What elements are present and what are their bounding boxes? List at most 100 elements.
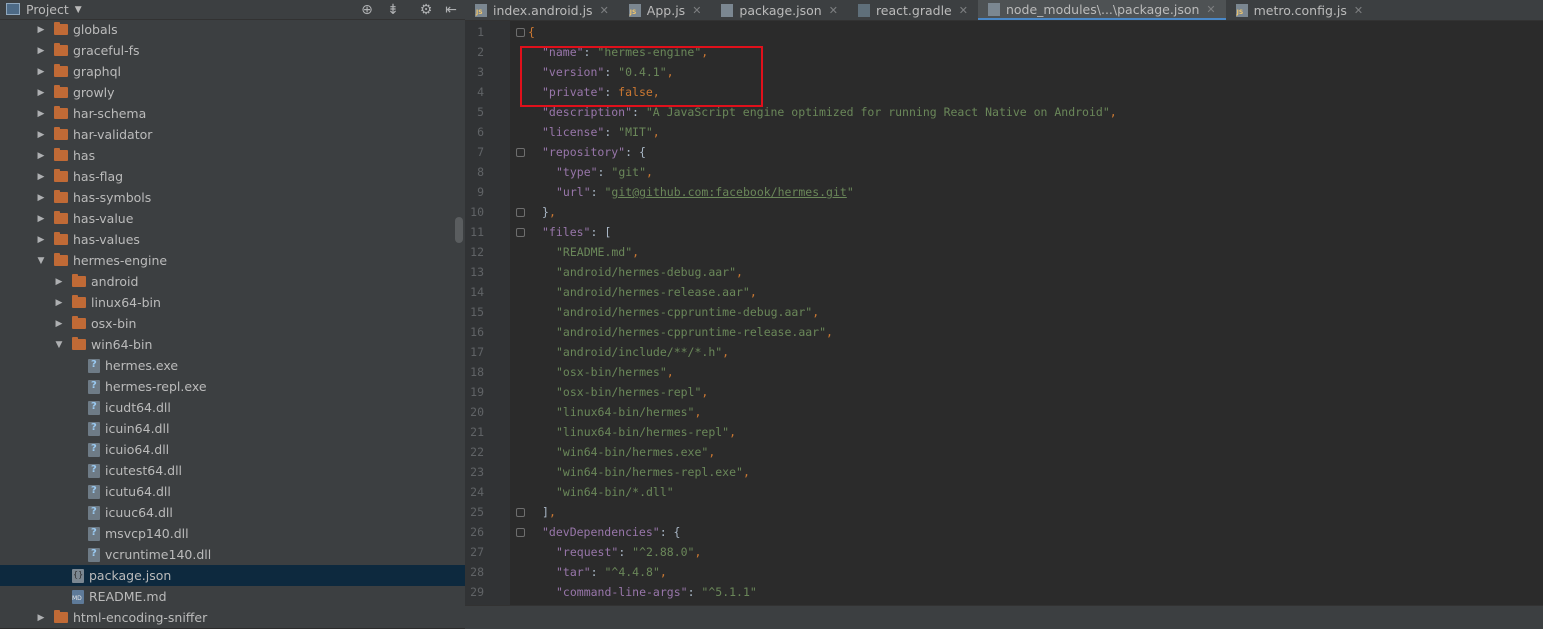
chevron-right-icon[interactable]: ▶	[54, 319, 64, 329]
tree-folder[interactable]: ▶ has-flag	[0, 166, 465, 187]
code-line: "win64-bin/*.dll"	[556, 482, 674, 502]
chevron-down-icon[interactable]: ▼	[36, 256, 46, 266]
tree-file[interactable]: icudt64.dll	[0, 397, 465, 418]
close-icon[interactable]: ✕	[1354, 4, 1363, 17]
code-token: :	[632, 105, 646, 119]
json-file-icon	[721, 3, 734, 17]
locate-icon[interactable]: ⊕	[357, 0, 377, 19]
tree-file[interactable]: hermes.exe	[0, 355, 465, 376]
tree-folder[interactable]: ▶ has-values	[0, 229, 465, 250]
close-icon[interactable]: ✕	[959, 4, 968, 17]
editor-tab[interactable]: index.android.js ✕	[465, 0, 619, 20]
chevron-right-icon[interactable]: ▶	[36, 613, 46, 623]
tree-folder[interactable]: ▶ graphql	[0, 61, 465, 82]
tree-folder[interactable]: ▶ has-symbols	[0, 187, 465, 208]
unknown-file-icon	[88, 547, 100, 562]
collapse-all-icon[interactable]: ⇟	[383, 0, 403, 19]
editor-tab[interactable]: package.json ✕	[711, 0, 848, 20]
chevron-down-icon[interactable]: ▼	[54, 340, 64, 350]
editor-tab[interactable]: metro.config.js ✕	[1226, 0, 1373, 20]
tree-folder[interactable]: ▶ android	[0, 271, 465, 292]
close-icon[interactable]: ✕	[1206, 3, 1215, 16]
line-number: 23	[470, 465, 484, 479]
tree-item-label: has-values	[73, 232, 140, 247]
red-highlight-box	[520, 46, 763, 107]
tree-item-label: icuuc64.dll	[105, 505, 173, 520]
code-token: ,	[659, 565, 667, 579]
chevron-right-icon[interactable]: ▶	[36, 193, 46, 203]
tree-item-label: graphql	[73, 64, 121, 79]
chevron-down-icon[interactable]: ▼	[75, 5, 82, 15]
chevron-right-icon[interactable]: ▶	[36, 88, 46, 98]
tree-folder[interactable]: ▶ har-schema	[0, 103, 465, 124]
tree-folder[interactable]: ▶ osx-bin	[0, 313, 465, 334]
chevron-right-icon[interactable]: ▶	[54, 277, 64, 287]
chevron-right-icon[interactable]: ▶	[36, 151, 46, 161]
folder-icon	[72, 337, 86, 350]
fold-marker-icon[interactable]	[516, 508, 525, 517]
close-icon[interactable]: ✕	[829, 4, 838, 17]
fold-marker-icon[interactable]	[516, 228, 525, 237]
close-icon[interactable]: ✕	[692, 4, 701, 17]
project-panel-title[interactable]: Project	[26, 2, 69, 17]
tree-file[interactable]: icuio64.dll	[0, 439, 465, 460]
line-number: 21	[470, 425, 484, 439]
tree-folder[interactable]: ▶ linux64-bin	[0, 292, 465, 313]
folder-icon	[54, 85, 68, 98]
folder-icon	[54, 610, 68, 623]
tree-file[interactable]: icutu64.dll	[0, 481, 465, 502]
code-token: ,	[742, 465, 750, 479]
tree-folder[interactable]: ▶ globals	[0, 19, 465, 40]
tree-folder[interactable]: ▶ growly	[0, 82, 465, 103]
editor-tab[interactable]: react.gradle ✕	[848, 0, 978, 20]
fold-marker-icon[interactable]	[516, 148, 525, 157]
tree-folder[interactable]: ▶ har-validator	[0, 124, 465, 145]
editor-tab[interactable]: App.js ✕	[619, 0, 712, 20]
tree-file[interactable]: hermes-repl.exe	[0, 376, 465, 397]
fold-marker-icon[interactable]	[516, 528, 525, 537]
tree-item-label: icuin64.dll	[105, 421, 170, 436]
tree-file[interactable]: msvcp140.dll	[0, 523, 465, 544]
js-file-icon	[628, 3, 641, 17]
tab-label: index.android.js	[493, 2, 593, 18]
code-line: "command-line-args": "^5.1.1"	[556, 582, 757, 602]
tree-file[interactable]: icutest64.dll	[0, 460, 465, 481]
chevron-right-icon[interactable]: ▶	[36, 25, 46, 35]
code-editor[interactable]: {"name": "hermes-engine", "version": "0.4…	[510, 21, 1543, 605]
chevron-right-icon[interactable]: ▶	[36, 109, 46, 119]
close-icon[interactable]: ✕	[600, 4, 609, 17]
js-file-icon	[1235, 3, 1248, 17]
chevron-right-icon[interactable]: ▶	[36, 172, 46, 182]
editor-tab[interactable]: node_modules\...\package.json ✕	[977, 0, 1226, 20]
tree-folder[interactable]: ▶ has-value	[0, 208, 465, 229]
chevron-right-icon[interactable]: ▶	[36, 130, 46, 140]
hide-icon[interactable]: ⇤	[441, 0, 461, 19]
tree-folder[interactable]: ▶ has	[0, 145, 465, 166]
tree-folder[interactable]: ▼ hermes-engine	[0, 250, 465, 271]
code-token: ,	[749, 285, 757, 299]
chevron-right-icon[interactable]: ▶	[36, 214, 46, 224]
code-token: {	[528, 25, 535, 39]
tree-file[interactable]: icuin64.dll	[0, 418, 465, 439]
tab-label: react.gradle	[875, 2, 952, 18]
tree-folder[interactable]: ▼ win64-bin	[0, 334, 465, 355]
tree-file[interactable]: README.md	[0, 586, 465, 607]
fold-marker-icon[interactable]	[516, 28, 525, 37]
fold-marker-icon[interactable]	[516, 208, 525, 217]
code-token: ,	[722, 345, 730, 359]
chevron-right-icon[interactable]: ▶	[36, 46, 46, 56]
code-token: ,	[812, 305, 820, 319]
chevron-right-icon[interactable]: ▶	[36, 235, 46, 245]
line-number: 11	[470, 225, 484, 239]
code-token: "devDependencies"	[542, 525, 660, 539]
tree-folder[interactable]: ▶ graceful-fs	[0, 40, 465, 61]
chevron-right-icon[interactable]: ▶	[54, 298, 64, 308]
tree-file[interactable]: icuuc64.dll	[0, 502, 465, 523]
tree-file[interactable]: vcruntime140.dll	[0, 544, 465, 565]
code-token[interactable]: git@github.com:facebook/hermes.git	[611, 185, 846, 199]
tree-file[interactable]: package.json	[0, 565, 465, 586]
tree-folder[interactable]: ▶ html-encoding-sniffer	[0, 607, 465, 628]
gear-icon[interactable]: ⚙	[416, 0, 436, 19]
chevron-right-icon[interactable]: ▶	[36, 67, 46, 77]
code-line: "linux64-bin/hermes-repl",	[556, 422, 736, 442]
